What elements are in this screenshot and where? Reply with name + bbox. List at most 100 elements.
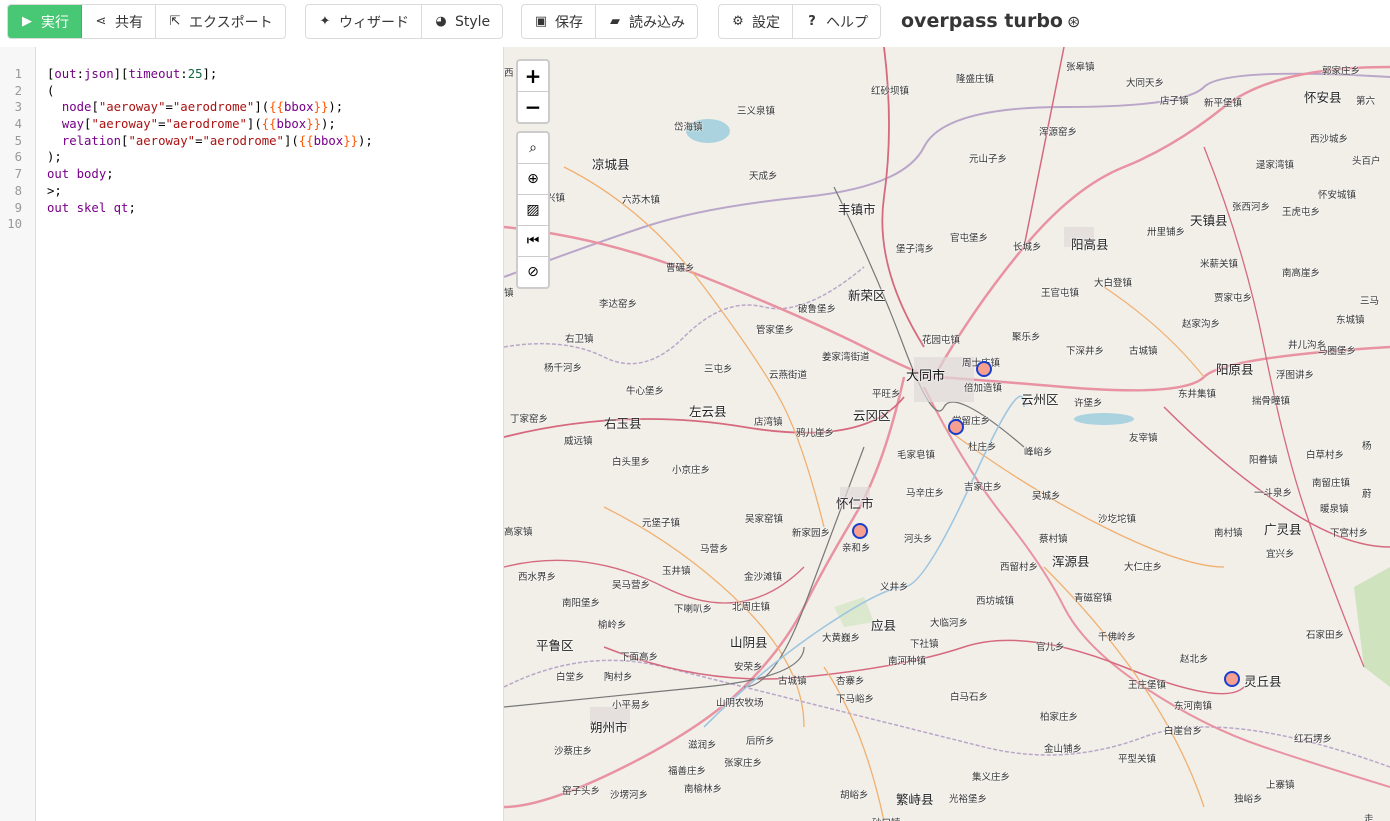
map-place-label: 浑源窑乡	[1039, 127, 1078, 138]
share-label: 共有	[115, 14, 143, 31]
style-button[interactable]: ◕ Style	[422, 5, 502, 38]
map-place-label: 宜兴乡	[1266, 549, 1295, 560]
map-place-label: 阳原县	[1216, 362, 1254, 377]
map-place-label: 西沙城乡	[1310, 134, 1349, 145]
search-icon[interactable]: ⌕	[518, 133, 548, 164]
map-place-label: 曹碾乡	[666, 263, 695, 274]
map-place-label: 白崖台乡	[1164, 726, 1203, 737]
map-place-label: 云燕街道	[769, 370, 808, 381]
steering-wheel-icon: ⊛	[1066, 12, 1081, 31]
map-place-label: 卅里铺乡	[1147, 227, 1186, 238]
code-text: relation["aeroway"="aerodrome"]({{bbox}}…	[61, 133, 373, 148]
map-place-label: 山阴县	[730, 635, 768, 650]
map-place-label: 南河种镇	[888, 656, 927, 667]
line-number: 5	[14, 133, 22, 148]
map-place-label: 下深井乡	[1066, 346, 1105, 357]
map-place-label: 店子镇	[1160, 96, 1189, 107]
map-place-label: 下马峪乡	[836, 694, 875, 705]
map-place-label: 古城镇	[1129, 346, 1158, 357]
save-icon: ▣	[534, 14, 548, 29]
map-place-label: 安荣乡	[734, 662, 763, 673]
map-place-label: 暖泉镇	[1320, 504, 1349, 515]
map-place-label: 小平易乡	[612, 700, 651, 711]
map-place-label: 沙塄河乡	[610, 790, 649, 801]
map-place-label: 平鲁区	[536, 638, 574, 653]
map-place-label: 窑子头乡	[562, 786, 601, 797]
map-place-label: 破鲁堡乡	[798, 304, 837, 315]
run-share-export-group: ▶ 実行 ⋖ 共有 ⇱ エクスポート	[7, 4, 286, 39]
toolbar: ▶ 実行 ⋖ 共有 ⇱ エクスポート ✦ ウィザード ◕ Style ▣ 保存 …	[0, 0, 1390, 46]
aerodrome-marker-2[interactable]	[948, 419, 964, 435]
map-place-label: 砂口镇	[872, 815, 901, 821]
map-place-label: 玉井镇	[662, 566, 691, 577]
map-place-label: 白头里乡	[612, 457, 651, 468]
map-place-label: 天成乡	[749, 171, 778, 182]
map-place-label: 福善庄乡	[668, 766, 707, 777]
share-icon: ⋖	[95, 14, 107, 29]
map-place-label: 新家园乡	[792, 528, 831, 539]
map-place-label: 走	[1364, 814, 1374, 821]
map-place-label: 长城乡	[1013, 242, 1042, 253]
map-place-label: 沙蔡庄乡	[554, 746, 593, 757]
map-view[interactable]: 张皋镇 大同天乡 郭家庄乡 红砂坝镇 隆盛庄镇 店子镇 新平堡镇 怀安县 第六 三义泉镇 岱海镇 浑源…	[504, 47, 1390, 821]
export-button[interactable]: ⇱ エクスポート	[156, 5, 285, 38]
aerodrome-marker-1[interactable]	[976, 361, 992, 377]
map-place-label: 南留庄镇	[1312, 478, 1351, 489]
map-place-label: 聚乐乡	[1012, 332, 1041, 343]
map-place-label: 高家镇	[504, 527, 533, 538]
line-number: 1	[14, 67, 22, 81]
map-place-label: 南阳堡乡	[562, 598, 601, 609]
query-editor[interactable]: 1 [out:json][timeout:25]; 2( 3 node["aero…	[0, 47, 504, 821]
map-place-label: 东城镇	[1336, 315, 1365, 326]
map-place-label: 杏寨乡	[836, 676, 865, 687]
settings-button[interactable]: ⚙ 設定	[719, 5, 793, 38]
map-place-label: 右玉县	[604, 416, 642, 431]
zoom-in-button[interactable]: +	[518, 61, 548, 92]
help-button[interactable]: ? ヘルプ	[793, 5, 880, 38]
map-place-label: 张西河乡	[1232, 202, 1271, 213]
map-place-label: 凉城县	[592, 157, 630, 172]
load-label: 読み込み	[629, 14, 685, 31]
map-place-label: 元堡子镇	[642, 518, 681, 529]
ban-icon[interactable]: ⊘	[518, 257, 548, 287]
wizard-style-group: ✦ ウィザード ◕ Style	[305, 4, 504, 39]
zoom-to-data-icon[interactable]: ⏮	[518, 226, 548, 257]
code-text: out skel qt;	[47, 200, 136, 215]
map-place-label: 千佛岭乡	[1098, 632, 1137, 643]
line-number: 9	[14, 200, 22, 215]
zoom-out-button[interactable]: −	[518, 92, 548, 122]
map-place-label: 后所乡	[746, 736, 775, 747]
map-place-label: 柏家庄乡	[1040, 712, 1079, 723]
save-button[interactable]: ▣ 保存	[522, 5, 596, 38]
wizard-button[interactable]: ✦ ウィザード	[306, 5, 422, 38]
map-place-label: 下社镇	[910, 639, 939, 650]
load-button[interactable]: ▰ 読み込み	[596, 5, 697, 38]
line-number: 2	[14, 83, 22, 98]
folder-icon: ▰	[610, 14, 620, 29]
map-place-label: 马辛庄乡	[906, 488, 945, 499]
map-tools: ⌕ ⊕ ▨ ⏮ ⊘	[516, 131, 550, 289]
aerodrome-marker-3[interactable]	[852, 523, 868, 539]
map-place-label: 丁家窑乡	[510, 414, 549, 425]
code-text: (	[47, 83, 55, 98]
map-place-label: 古城镇	[778, 676, 807, 687]
map-place-label: 吴城乡	[1032, 491, 1061, 502]
map-place-label: 揣骨疃镇	[1252, 396, 1291, 407]
map-place-label: 赵北乡	[1180, 654, 1209, 665]
map-place-label: 元山子乡	[969, 154, 1008, 165]
aerodrome-marker-4[interactable]	[1224, 671, 1240, 687]
share-button[interactable]: ⋖ 共有	[82, 5, 156, 38]
map-place-label: 大白登镇	[1094, 278, 1133, 289]
map-place-label: 三义泉镇	[737, 106, 776, 117]
locate-icon[interactable]: ⊕	[518, 164, 548, 195]
code-line: 1 [out:json][timeout:25];	[0, 66, 503, 83]
image-icon[interactable]: ▨	[518, 195, 548, 226]
code-line: 9 out skel qt;	[0, 200, 503, 217]
run-button[interactable]: ▶ 実行	[8, 5, 82, 38]
map-place-label: 金山铺乡	[1044, 744, 1083, 755]
map-place-label: 平型关镇	[1118, 754, 1157, 765]
map-place-label: 北周庄镇	[732, 602, 771, 613]
map-place-label: 杨千河乡	[544, 363, 583, 374]
map-place-label: 榆岭乡	[598, 620, 627, 631]
